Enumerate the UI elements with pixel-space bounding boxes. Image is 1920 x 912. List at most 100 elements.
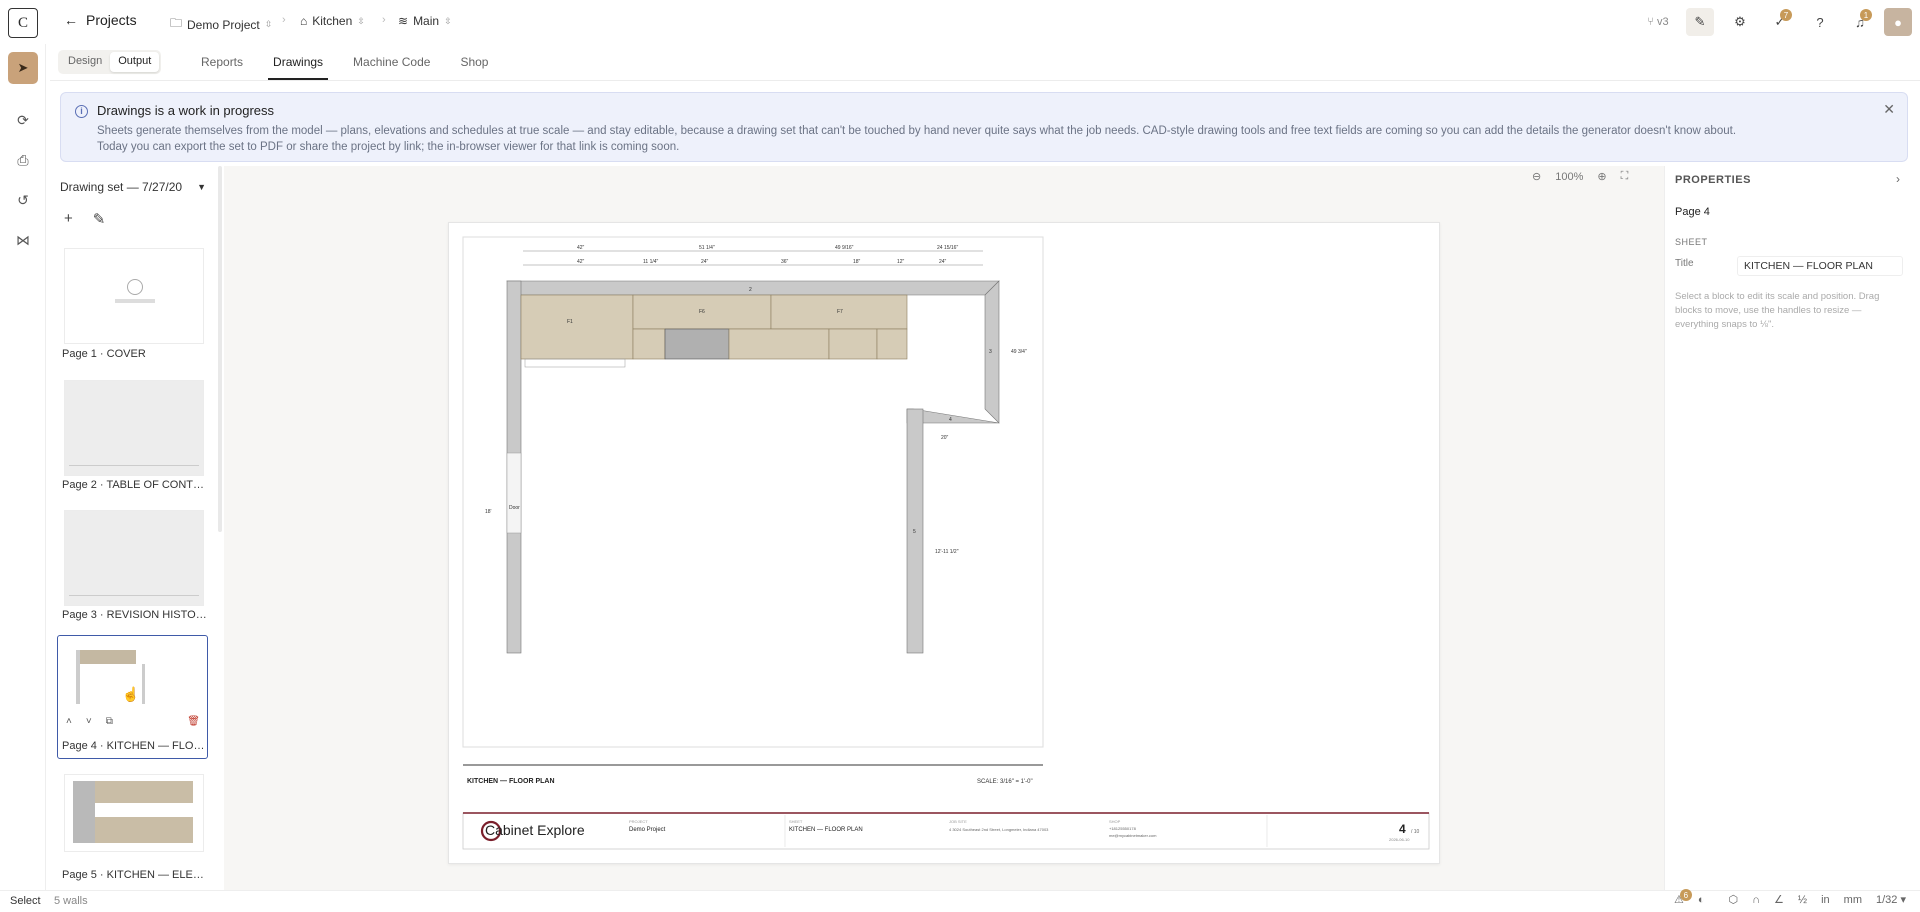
sheet-name: KITCHEN — FLOOR PLAN bbox=[789, 827, 863, 833]
drawing-set-label: Drawing set — 7/27/20 bbox=[60, 180, 183, 194]
page-thumbnail-floor-plan[interactable]: ☝ bbox=[64, 640, 204, 710]
cab-label-f7: F7 bbox=[837, 309, 843, 315]
cabinet-base bbox=[876, 328, 908, 360]
cabinet-base bbox=[728, 328, 830, 360]
cube-icon[interactable]: ⬡ bbox=[1729, 893, 1739, 906]
side-dim-4: 12'-11 1/2" bbox=[935, 549, 959, 555]
cabinet-f1 bbox=[520, 294, 634, 360]
wall-label-5: 5 bbox=[913, 529, 916, 535]
page-thumbnail-revision[interactable] bbox=[64, 510, 204, 606]
page-card-actions: ˄ ˅ ⧉ 🗑 bbox=[66, 716, 200, 727]
zoom-out-icon[interactable]: ⊖ bbox=[1532, 170, 1541, 183]
duplicate-icon[interactable]: ⧉ bbox=[106, 716, 113, 727]
version-button[interactable]: ⑂ v3 bbox=[1636, 8, 1680, 36]
collapse-panel-icon[interactable]: › bbox=[1896, 172, 1900, 186]
user-icon: ● bbox=[1894, 14, 1902, 30]
sheet-date: 2026-06-10 bbox=[1389, 837, 1410, 842]
breadcrumb-project[interactable]: 🗀 Demo Project ⇳ bbox=[170, 14, 272, 35]
tasks-badge: 7 bbox=[1780, 9, 1792, 21]
back-to-projects[interactable]: ← Projects bbox=[64, 12, 137, 28]
wall-label-2: 2 bbox=[749, 287, 752, 293]
chevron-down-icon: ▼ bbox=[197, 182, 206, 192]
avatar[interactable]: ● bbox=[1884, 8, 1912, 36]
warnings-badge: 6 bbox=[1679, 889, 1692, 901]
sync-button[interactable]: ⟳ bbox=[13, 110, 33, 130]
settings-button[interactable]: ⚙ bbox=[1726, 8, 1754, 36]
zoom-level: 100% bbox=[1555, 170, 1584, 183]
countertop-edge bbox=[524, 358, 626, 368]
page-thumbnail-elevation[interactable] bbox=[64, 774, 204, 852]
zoom-in-icon[interactable]: ⊕ bbox=[1597, 170, 1606, 183]
close-icon[interactable]: ✕ bbox=[1883, 101, 1895, 118]
banner-text: Sheets generate themselves from the mode… bbox=[97, 123, 1857, 155]
history-button[interactable]: ↺ bbox=[13, 190, 33, 210]
page-label: Page 4 · KITCHEN — FLOO... bbox=[62, 740, 208, 752]
move-up-icon[interactable]: ˄ bbox=[66, 716, 72, 727]
tab-shop[interactable]: Shop bbox=[445, 44, 503, 80]
thumb-cabinets bbox=[76, 650, 136, 664]
mode-output[interactable]: Output bbox=[110, 52, 160, 72]
notifications-button[interactable]: ♫ 1 bbox=[1846, 8, 1874, 36]
tab-reports[interactable]: Reports bbox=[186, 44, 258, 80]
fit-screen-icon[interactable]: ⛶ bbox=[1621, 170, 1629, 183]
warnings-button[interactable]: ⚠ 6 bbox=[1674, 889, 1692, 906]
cabinet-base bbox=[632, 328, 666, 360]
print-button[interactable]: ⎙ bbox=[13, 150, 33, 170]
breadcrumb-layer[interactable]: ≋ Main ⇳ bbox=[398, 14, 452, 28]
magnet-icon[interactable]: ∩ bbox=[1752, 894, 1760, 906]
cabinet-base bbox=[828, 328, 878, 360]
status-right: ⚠ 6 ◐ ⬡ ∩ ∠ ½ in mm 1/32 ▾ bbox=[1674, 889, 1906, 906]
move-down-icon[interactable]: ˅ bbox=[86, 716, 92, 727]
app-logo[interactable]: C bbox=[8, 8, 38, 38]
side-dim-2: 20" bbox=[941, 435, 949, 441]
shop-email: me@mycabinetmaker.com bbox=[1109, 833, 1157, 838]
angle-icon[interactable]: ∠ bbox=[1774, 893, 1784, 906]
delete-icon[interactable]: 🗑 bbox=[187, 716, 200, 727]
properties-panel: PROPERTIES › Page 4 SHEET Title KITCHEN … bbox=[1664, 166, 1920, 890]
sidebar-scrollbar[interactable] bbox=[218, 166, 222, 532]
page-thumbnail-toc[interactable] bbox=[64, 380, 204, 476]
share-icon: ⋈ bbox=[16, 231, 30, 248]
wall-label-3: 3 bbox=[989, 349, 992, 355]
thumb-footer bbox=[69, 465, 199, 471]
sheet-svg: 42" 51 1/4" 49 9/16" 24 15/16" 42" 11 1/… bbox=[462, 236, 1430, 850]
drawing-sheet[interactable]: 42" 51 1/4" 49 9/16" 24 15/16" 42" 11 1/… bbox=[448, 222, 1440, 864]
select-tool-button[interactable]: ➤ bbox=[8, 52, 38, 84]
status-tool: Select bbox=[10, 895, 41, 907]
title-input[interactable]: KITCHEN — FLOOR PLAN bbox=[1737, 256, 1903, 276]
page-thumbnail-cover[interactable] bbox=[64, 248, 204, 344]
tasks-button[interactable]: ✓ 7 bbox=[1766, 8, 1794, 36]
job-address: 4 3024 Southeast 2nd Street, Longmeier, … bbox=[949, 827, 1049, 832]
breadcrumb-room[interactable]: ⌂ Kitchen ⇳ bbox=[300, 14, 365, 28]
pencil-icon: ✎ bbox=[1694, 14, 1706, 29]
unit-mm[interactable]: mm bbox=[1844, 894, 1862, 906]
page-label: Page 3 · REVISION HISTORY bbox=[62, 609, 208, 621]
status-bar: Select 5 walls ⚠ 6 ◐ ⬡ ∩ ∠ ½ in mm 1/32 ▾ bbox=[0, 889, 1920, 912]
cover-mark bbox=[127, 279, 143, 295]
mode-design[interactable]: Design bbox=[60, 52, 110, 72]
cover-text-lines bbox=[115, 299, 155, 303]
dim-second-7: 24" bbox=[939, 259, 947, 265]
properties-header: PROPERTIES bbox=[1675, 174, 1751, 186]
snap-select[interactable]: 1/32 ▾ bbox=[1876, 893, 1906, 906]
drawing-set-select[interactable]: Drawing set — 7/27/20 ▼ bbox=[60, 175, 210, 199]
tab-drawings[interactable]: Drawings bbox=[258, 44, 338, 80]
tab-machine-code[interactable]: Machine Code bbox=[338, 44, 445, 80]
unit-in[interactable]: in bbox=[1821, 894, 1830, 906]
help-button[interactable]: ? bbox=[1806, 8, 1834, 36]
palette-icon[interactable]: ◐ bbox=[1698, 894, 1705, 906]
edit-pen-button[interactable]: ✎ bbox=[1686, 8, 1714, 36]
dim-second-3: 24" bbox=[701, 259, 709, 265]
fraction-icon[interactable]: ½ bbox=[1798, 894, 1807, 906]
dim-second-6: 12" bbox=[897, 259, 905, 265]
logo-letter: C bbox=[17, 14, 28, 31]
edit-set-button[interactable]: ✎ bbox=[93, 210, 106, 228]
add-page-button[interactable]: + bbox=[64, 210, 73, 228]
dim-second-2: 11 1/4" bbox=[643, 259, 659, 265]
range bbox=[664, 328, 730, 360]
share-button[interactable]: ⋈ bbox=[13, 230, 33, 250]
chevron-updown-icon: ⇳ bbox=[357, 15, 365, 26]
sidebar-tools: + ✎ bbox=[64, 210, 105, 228]
dim-second-1: 42" bbox=[577, 259, 585, 265]
drawing-scale: SCALE: 3/16" = 1'-0" bbox=[977, 779, 1033, 785]
